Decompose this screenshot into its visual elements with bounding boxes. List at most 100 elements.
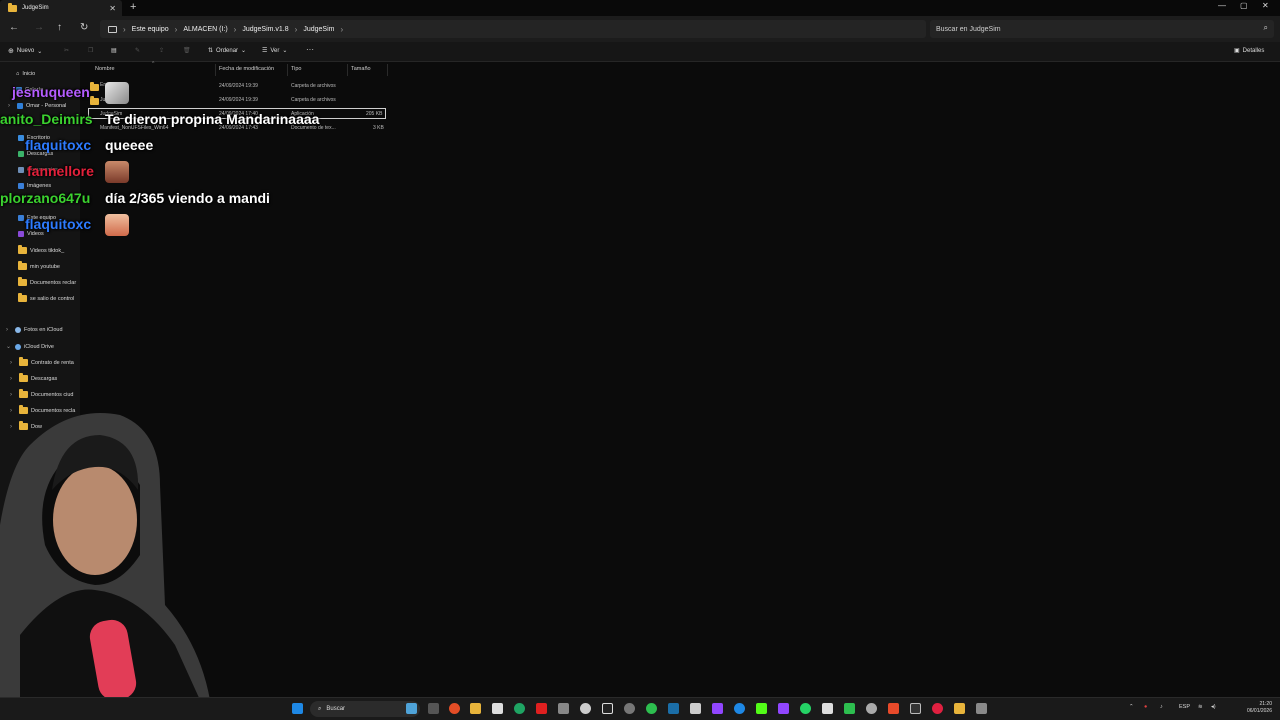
language-indicator[interactable]: ESP — [1179, 704, 1190, 710]
maximize-icon[interactable]: ▢ — [1240, 1, 1248, 10]
app-icon[interactable] — [558, 703, 569, 714]
app-icon[interactable] — [690, 703, 701, 714]
app-icon[interactable] — [580, 703, 591, 714]
up-icon[interactable]: ↑ — [57, 22, 62, 33]
column-divider[interactable] — [287, 64, 288, 76]
kick-icon[interactable] — [756, 703, 767, 714]
chevron-right-icon: › — [6, 327, 8, 333]
tab-judgesim[interactable]: JudgeSim ✕ — [0, 0, 122, 16]
steam-icon[interactable] — [668, 703, 679, 714]
refresh-icon[interactable]: ↻ — [80, 22, 88, 33]
youtube-icon[interactable] — [536, 703, 547, 714]
sort-button[interactable]: ⇅ Ordenar ⌄ — [208, 47, 247, 55]
chat-username: plorzano647u — [0, 190, 91, 206]
task-view-icon[interactable] — [428, 703, 439, 714]
sidebar-item-label: Inicio — [22, 71, 36, 77]
cut-icon[interactable]: ✂ — [64, 47, 69, 54]
back-icon[interactable]: ← — [9, 22, 19, 33]
chrome-icon[interactable] — [449, 703, 460, 714]
app-icon[interactable] — [954, 703, 965, 714]
new-tab-icon[interactable]: + — [130, 1, 136, 13]
tray-app-icon[interactable]: ● — [1144, 704, 1147, 710]
new-button[interactable]: ⊕ Nuevo ⌄ — [8, 47, 42, 55]
app-icon[interactable] — [910, 703, 921, 714]
column-divider[interactable] — [215, 64, 216, 76]
sidebar-item-onedrive[interactable]: › Omar - Personal — [8, 103, 66, 109]
pictures-icon — [18, 183, 24, 189]
more-options-icon[interactable]: ··· — [306, 45, 314, 54]
column-header-size[interactable]: Tamaño — [351, 66, 371, 72]
twitch-icon[interactable] — [778, 703, 789, 714]
folder-icon — [90, 82, 99, 91]
share-icon[interactable]: ⇪ — [159, 47, 164, 54]
sidebar-item-folder[interactable]: se salio de control — [18, 293, 74, 302]
rename-icon[interactable]: ✎ — [135, 47, 140, 54]
sidebar-item-folder[interactable]: Videos tiktok_ — [18, 245, 64, 254]
breadcrumb-separator: › — [174, 24, 178, 34]
copy-icon[interactable]: ❐ — [88, 47, 93, 54]
app-icon[interactable] — [888, 703, 899, 714]
sidebar-item-icloud-folder[interactable]: › Documentos ciud — [10, 389, 74, 398]
breadcrumb-este-equipo[interactable]: Este equipo — [132, 26, 169, 33]
sidebar-item-icloud-photos[interactable]: › Fotos en iCloud — [6, 327, 63, 333]
folder-icon — [18, 293, 27, 302]
app-icon[interactable] — [844, 703, 855, 714]
breadcrumb-almacen[interactable]: ALMACEN (I:) — [183, 26, 227, 33]
tray-overflow-icon[interactable]: ⌃ — [1129, 704, 1134, 710]
store-icon[interactable] — [492, 703, 503, 714]
file-explorer-icon[interactable] — [470, 703, 481, 714]
address-bar[interactable]: › Este equipo › ALMACEN (I:) › JudgeSim.… — [100, 20, 926, 38]
column-header-modified[interactable]: Fecha de modificación — [219, 66, 274, 72]
paste-icon[interactable]: ▤ — [111, 47, 117, 54]
search-input[interactable]: Buscar en JudgeSim ⌕ — [930, 20, 1274, 38]
close-tab-icon[interactable]: ✕ — [109, 4, 116, 13]
edge-icon[interactable] — [514, 703, 525, 714]
sidebar-item-label: Descargas — [31, 375, 58, 382]
column-header-type[interactable]: Tipo — [291, 66, 302, 72]
taskbar-search-label: Buscar — [326, 706, 346, 712]
system-clock[interactable]: 21:20 06/01/2026 — [1247, 701, 1272, 715]
breadcrumb-judgesim-v18[interactable]: JudgeSim.v1.8 — [242, 26, 288, 33]
details-button[interactable]: ▣ Detalles — [1234, 47, 1264, 55]
app-icon[interactable] — [712, 703, 723, 714]
sidebar-item-folder[interactable]: min youtube — [18, 261, 60, 270]
view-button[interactable]: ☰ Ver ⌄ — [262, 47, 287, 55]
app-icon[interactable] — [646, 703, 657, 714]
app-icon[interactable] — [624, 703, 635, 714]
breadcrumb-judgesim[interactable]: JudgeSim — [303, 26, 334, 33]
forward-icon[interactable]: → — [34, 22, 44, 33]
app-icon[interactable] — [822, 703, 833, 714]
whatsapp-icon[interactable] — [800, 703, 811, 714]
file-modified: 24/09/2024 19:39 — [219, 83, 258, 89]
chevron-down-icon: ⌄ — [241, 48, 247, 54]
sidebar-item-icloud-drive[interactable]: ⌄ iCloud Drive — [6, 343, 54, 350]
app-icon[interactable] — [932, 703, 943, 714]
icloud-icon — [15, 343, 21, 350]
sidebar-item-pictures[interactable]: Imágenes — [18, 183, 51, 189]
close-window-icon[interactable]: ✕ — [1262, 1, 1269, 10]
column-divider[interactable] — [347, 64, 348, 76]
sidebar-item-folder[interactable]: Documentos reclar — [18, 277, 76, 286]
windows-start-icon[interactable] — [292, 703, 303, 714]
widget-icon[interactable] — [406, 703, 417, 714]
sidebar-item-icloud-folder[interactable]: › Contrato de renta — [10, 357, 74, 366]
minimize-icon[interactable]: — — [1218, 1, 1226, 10]
tiktok-icon[interactable] — [602, 703, 613, 714]
app-icon[interactable] — [734, 703, 745, 714]
chevron-right-icon: › — [8, 103, 10, 109]
taskbar-search[interactable]: ⌕ Buscar — [310, 701, 420, 717]
wifi-icon[interactable]: ≋ — [1198, 704, 1203, 710]
column-header-name[interactable]: Nombre — [95, 66, 115, 72]
delete-icon[interactable]: 🗑 — [183, 47, 191, 54]
chat-message: día 2/365 viendo a mandi — [105, 190, 270, 206]
sidebar-item-icloud-folder[interactable]: › Descargas — [10, 373, 58, 382]
mic-icon[interactable]: ♪ — [1160, 704, 1163, 710]
volume-icon[interactable]: ◂) — [1211, 704, 1216, 710]
command-bar: ⊕ Nuevo ⌄ ✂ ❐ ▤ ✎ ⇪ 🗑 ⇅ Ordenar ⌄ ☰ Ver … — [0, 42, 1280, 62]
chat-username: fannellore — [27, 163, 94, 179]
sidebar-item-home[interactable]: ⌂ Inicio — [16, 71, 35, 77]
folder-icon — [19, 389, 28, 398]
app-icon[interactable] — [866, 703, 877, 714]
app-icon[interactable] — [976, 703, 987, 714]
column-divider[interactable] — [387, 64, 388, 76]
